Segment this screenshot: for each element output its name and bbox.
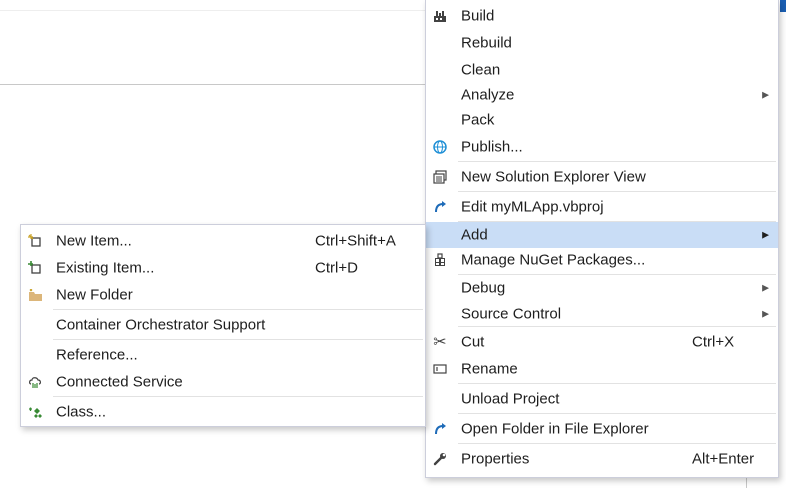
new-item-icon [27, 233, 43, 249]
submenu-item-label: Class... [56, 403, 107, 421]
menu-item-label: Pack [461, 111, 495, 129]
menu-item-label: Cut [461, 333, 485, 351]
submenu-item-label: Reference... [56, 346, 138, 364]
menu-item-source-control[interactable]: Source Control ▶ [426, 301, 778, 327]
submenu-item-label: New Item... [56, 232, 132, 250]
submenu-item-container-orchestrator[interactable]: Container Orchestrator Support [21, 312, 425, 338]
menu-item-open-folder[interactable]: Open Folder in File Explorer [426, 416, 778, 442]
submenu-item-new-folder[interactable]: New Folder [21, 282, 425, 308]
menu-item-build[interactable]: Build [426, 3, 778, 29]
folder-icon [27, 287, 43, 303]
wrench-icon [432, 451, 448, 467]
submenu-arrow-icon: ▶ [762, 308, 769, 319]
submenu-item-class[interactable]: Class... [21, 399, 425, 425]
menu-separator [458, 413, 776, 414]
submenu-arrow-icon: ▶ [762, 89, 769, 100]
menu-item-label: Analyze [461, 86, 515, 104]
build-icon [432, 8, 448, 24]
shortcut-existing-item: Ctrl+D [315, 259, 358, 277]
submenu-item-connected-service[interactable]: Connected Service [21, 369, 425, 395]
menu-item-new-solution-explorer-view[interactable]: New Solution Explorer View [426, 164, 778, 190]
submenu-arrow-icon: ▶ [762, 229, 769, 240]
curved-arrow-icon [432, 199, 448, 215]
submenu-item-reference[interactable]: Reference... [21, 342, 425, 368]
menu-item-label: Open Folder in File Explorer [461, 420, 649, 438]
menu-item-unload-project[interactable]: Unload Project [426, 386, 778, 412]
submenu-item-label: Existing Item... [56, 259, 155, 277]
menu-item-label: Manage NuGet Packages... [461, 251, 646, 269]
menu-separator [458, 383, 776, 384]
menu-item-rebuild[interactable]: Rebuild [426, 30, 778, 56]
menu-item-clean[interactable]: Clean [426, 57, 778, 83]
shortcut-properties: Alt+Enter [692, 450, 755, 468]
menu-item-label: Edit myMLApp.vbproj [461, 198, 604, 216]
project-context-menu: Build Rebuild Clean Analyze ▶ Pack Publi… [425, 0, 779, 478]
menu-item-debug[interactable]: Debug ▶ [426, 275, 778, 301]
menu-separator [458, 326, 776, 327]
menu-item-cut[interactable]: ✂ Cut Ctrl+X [426, 329, 778, 355]
menu-item-label: Debug [461, 279, 506, 297]
menu-item-label: Unload Project [461, 390, 560, 408]
editor-divider [0, 10, 430, 11]
submenu-item-label: New Folder [56, 286, 133, 304]
menu-item-publish[interactable]: Publish... [426, 134, 778, 160]
scissors-icon: ✂ [433, 334, 447, 351]
submenu-item-existing-item[interactable]: Existing Item... Ctrl+D [21, 255, 425, 281]
shortcut-new-item: Ctrl+Shift+A [315, 232, 396, 250]
menu-item-add[interactable]: Add ▶ [426, 222, 778, 248]
class-icon [27, 404, 43, 420]
menu-item-label: Rename [461, 360, 518, 378]
existing-item-icon [27, 260, 43, 276]
menu-separator [458, 191, 776, 192]
menu-item-label: Build [461, 7, 495, 25]
menu-item-label: New Solution Explorer View [461, 168, 646, 186]
menu-item-rename[interactable]: Rename [426, 356, 778, 382]
menu-item-label: Source Control [461, 305, 562, 323]
submenu-item-label: Container Orchestrator Support [56, 316, 266, 334]
editor-area [0, 0, 430, 85]
submenu-separator [53, 396, 423, 397]
menu-separator [458, 161, 776, 162]
menu-item-edit-project[interactable]: Edit myMLApp.vbproj [426, 194, 778, 220]
package-icon [432, 252, 448, 268]
menu-item-label: Rebuild [461, 34, 512, 52]
add-submenu: New Item... Ctrl+Shift+A Existing Item..… [20, 224, 426, 427]
submenu-item-new-item[interactable]: New Item... Ctrl+Shift+A [21, 228, 425, 254]
menu-item-pack[interactable]: Pack [426, 107, 778, 133]
window-icon [432, 169, 448, 185]
menu-item-label: Properties [461, 450, 530, 468]
submenu-separator [53, 339, 423, 340]
rename-icon [432, 361, 448, 377]
menu-item-properties[interactable]: Properties Alt+Enter [426, 446, 778, 472]
menu-item-manage-nuget[interactable]: Manage NuGet Packages... [426, 247, 778, 273]
submenu-separator [53, 309, 423, 310]
solution-explorer-tab-edge [780, 0, 786, 12]
globe-icon [432, 139, 448, 155]
menu-item-label: Clean [461, 61, 501, 79]
connected-service-icon [27, 374, 43, 390]
menu-separator [458, 443, 776, 444]
shortcut-cut: Ctrl+X [692, 333, 735, 351]
menu-item-analyze[interactable]: Analyze ▶ [426, 82, 778, 108]
menu-item-label: Publish... [461, 138, 523, 156]
submenu-arrow-icon: ▶ [762, 282, 769, 293]
curved-arrow-icon [432, 421, 448, 437]
submenu-item-label: Connected Service [56, 373, 183, 391]
menu-item-label: Add [461, 226, 488, 244]
